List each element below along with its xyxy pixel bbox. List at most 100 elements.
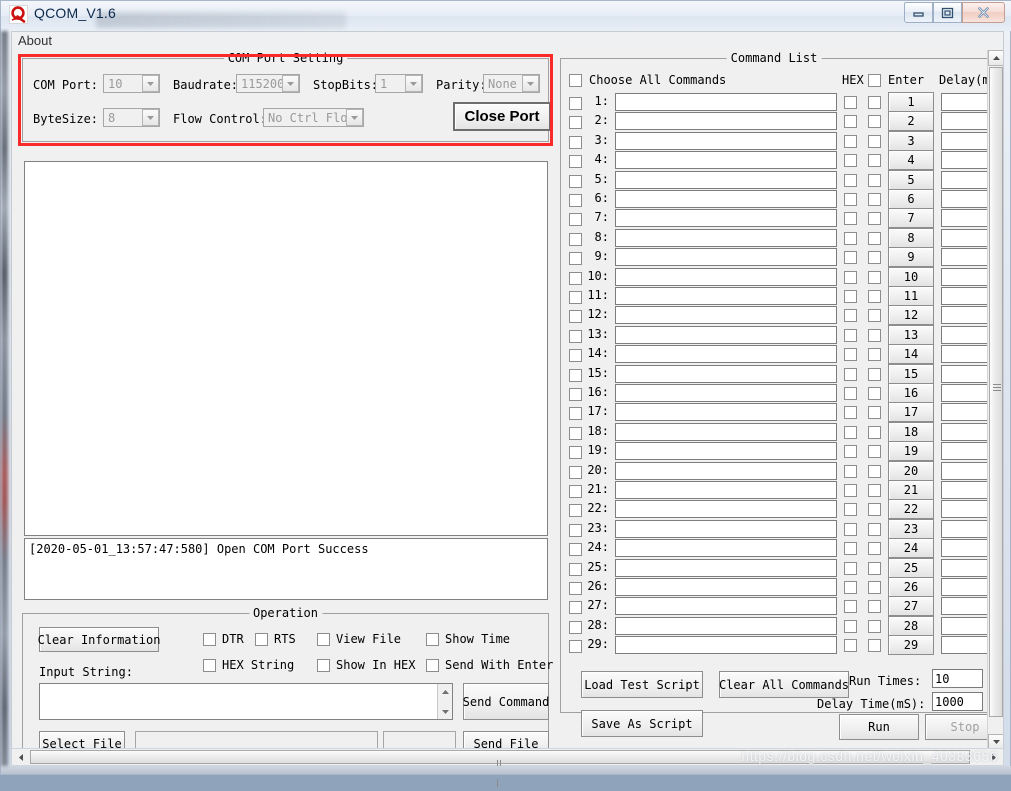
command-send-button[interactable]: 5 bbox=[888, 169, 934, 190]
command-enter-checkbox[interactable] bbox=[868, 154, 881, 168]
scroll-right-icon[interactable] bbox=[986, 749, 1002, 765]
command-text-field[interactable] bbox=[615, 131, 837, 150]
command-select-checkbox[interactable] bbox=[569, 426, 582, 440]
command-send-button[interactable]: 6 bbox=[888, 189, 934, 209]
save-as-script-button[interactable]: Save As Script bbox=[581, 710, 703, 737]
command-select-checkbox[interactable] bbox=[569, 368, 582, 382]
command-enter-checkbox[interactable] bbox=[868, 212, 881, 226]
command-select-checkbox[interactable] bbox=[569, 349, 582, 363]
command-send-button[interactable]: 2 bbox=[888, 111, 934, 132]
command-select-checkbox[interactable] bbox=[569, 388, 582, 401]
baudrate-select[interactable]: 115200 bbox=[236, 74, 300, 93]
scroll-up-icon[interactable] bbox=[439, 685, 452, 698]
maximize-restore-button[interactable] bbox=[933, 2, 962, 23]
command-hex-checkbox[interactable] bbox=[844, 406, 857, 420]
command-hex-checkbox[interactable] bbox=[844, 115, 857, 129]
command-enter-checkbox[interactable] bbox=[868, 639, 881, 653]
flow-control-select[interactable]: No Ctrl Flow bbox=[263, 108, 364, 127]
command-enter-checkbox[interactable] bbox=[868, 484, 881, 497]
command-hex-checkbox[interactable] bbox=[844, 328, 857, 342]
com-port-select[interactable]: 10 bbox=[103, 74, 160, 93]
command-text-field[interactable] bbox=[615, 578, 837, 596]
command-send-button[interactable]: 20 bbox=[888, 460, 934, 481]
command-text-field[interactable] bbox=[615, 500, 837, 519]
command-enter-checkbox[interactable] bbox=[868, 231, 881, 245]
command-hex-checkbox[interactable] bbox=[844, 154, 857, 168]
command-enter-checkbox[interactable] bbox=[868, 542, 881, 556]
command-send-button[interactable]: 9 bbox=[888, 247, 934, 268]
command-send-button[interactable]: 11 bbox=[888, 286, 934, 306]
command-text-field[interactable] bbox=[615, 267, 837, 286]
command-send-button[interactable]: 4 bbox=[888, 150, 934, 171]
command-hex-checkbox[interactable] bbox=[844, 290, 857, 303]
command-enter-checkbox[interactable] bbox=[868, 290, 881, 303]
command-enter-checkbox[interactable] bbox=[868, 387, 881, 400]
command-enter-checkbox[interactable] bbox=[868, 134, 881, 148]
chevron-down-icon[interactable] bbox=[282, 75, 299, 92]
enter-column-header-checkbox[interactable] bbox=[868, 74, 881, 87]
show-time-checkbox[interactable] bbox=[426, 633, 439, 646]
receive-data-area[interactable] bbox=[24, 161, 548, 536]
dtr-checkbox[interactable] bbox=[203, 633, 216, 646]
command-select-checkbox[interactable] bbox=[569, 291, 582, 304]
chevron-down-icon[interactable] bbox=[142, 109, 159, 126]
command-hex-checkbox[interactable] bbox=[844, 464, 857, 478]
command-hex-checkbox[interactable] bbox=[844, 212, 857, 226]
command-send-button[interactable]: 23 bbox=[888, 518, 934, 539]
chevron-down-icon[interactable] bbox=[405, 75, 422, 92]
command-send-button[interactable]: 16 bbox=[888, 383, 934, 403]
command-hex-checkbox[interactable] bbox=[844, 561, 857, 575]
command-select-checkbox[interactable] bbox=[569, 407, 582, 421]
command-select-checkbox[interactable] bbox=[569, 310, 582, 324]
command-enter-checkbox[interactable] bbox=[868, 464, 881, 478]
command-send-button[interactable]: 1 bbox=[888, 92, 934, 112]
command-send-button[interactable]: 21 bbox=[888, 480, 934, 500]
command-send-button[interactable]: 8 bbox=[888, 227, 934, 248]
command-enter-checkbox[interactable] bbox=[868, 251, 881, 265]
menu-item-about[interactable]: About bbox=[18, 33, 52, 48]
command-send-button[interactable]: 19 bbox=[888, 441, 934, 462]
close-port-button[interactable]: Close Port bbox=[453, 102, 551, 131]
command-hex-checkbox[interactable] bbox=[844, 96, 857, 109]
clear-all-commands-button[interactable]: Clear All Commands bbox=[719, 671, 849, 698]
command-enter-checkbox[interactable] bbox=[868, 309, 881, 323]
choose-all-commands-checkbox[interactable] bbox=[569, 74, 582, 87]
command-hex-checkbox[interactable] bbox=[844, 484, 857, 497]
command-enter-checkbox[interactable] bbox=[868, 425, 881, 439]
command-hex-checkbox[interactable] bbox=[844, 619, 857, 633]
command-text-field[interactable] bbox=[615, 384, 837, 402]
command-enter-checkbox[interactable] bbox=[868, 600, 881, 614]
command-text-field[interactable] bbox=[615, 345, 837, 364]
command-select-checkbox[interactable] bbox=[569, 446, 582, 460]
command-text-field[interactable] bbox=[615, 519, 837, 538]
command-hex-checkbox[interactable] bbox=[844, 193, 857, 206]
command-hex-checkbox[interactable] bbox=[844, 445, 857, 459]
load-test-script-button[interactable]: Load Test Script bbox=[581, 671, 703, 698]
command-text-field[interactable] bbox=[615, 112, 837, 131]
command-enter-checkbox[interactable] bbox=[868, 193, 881, 206]
command-text-field[interactable] bbox=[615, 616, 837, 635]
scrollbar-thumb[interactable] bbox=[989, 67, 1003, 717]
command-select-checkbox[interactable] bbox=[569, 504, 582, 518]
command-send-button[interactable]: 24 bbox=[888, 538, 934, 559]
command-hex-checkbox[interactable] bbox=[844, 367, 857, 381]
command-hex-checkbox[interactable] bbox=[844, 251, 857, 265]
command-select-checkbox[interactable] bbox=[569, 582, 582, 595]
command-select-checkbox[interactable] bbox=[569, 135, 582, 149]
command-select-checkbox[interactable] bbox=[569, 213, 582, 227]
command-enter-checkbox[interactable] bbox=[868, 445, 881, 459]
command-enter-checkbox[interactable] bbox=[868, 173, 881, 187]
command-send-button[interactable]: 10 bbox=[888, 266, 934, 287]
command-text-field[interactable] bbox=[615, 209, 837, 228]
command-enter-checkbox[interactable] bbox=[868, 581, 881, 594]
command-select-checkbox[interactable] bbox=[569, 485, 582, 498]
command-hex-checkbox[interactable] bbox=[844, 581, 857, 594]
command-hex-checkbox[interactable] bbox=[844, 173, 857, 187]
command-send-button[interactable]: 3 bbox=[888, 130, 934, 151]
command-text-field[interactable] bbox=[615, 325, 837, 344]
command-select-checkbox[interactable] bbox=[569, 465, 582, 479]
command-send-button[interactable]: 18 bbox=[888, 421, 934, 442]
command-select-checkbox[interactable] bbox=[569, 620, 582, 634]
h-scrollbar-thumb[interactable] bbox=[30, 750, 970, 787]
command-text-field[interactable] bbox=[615, 93, 837, 111]
